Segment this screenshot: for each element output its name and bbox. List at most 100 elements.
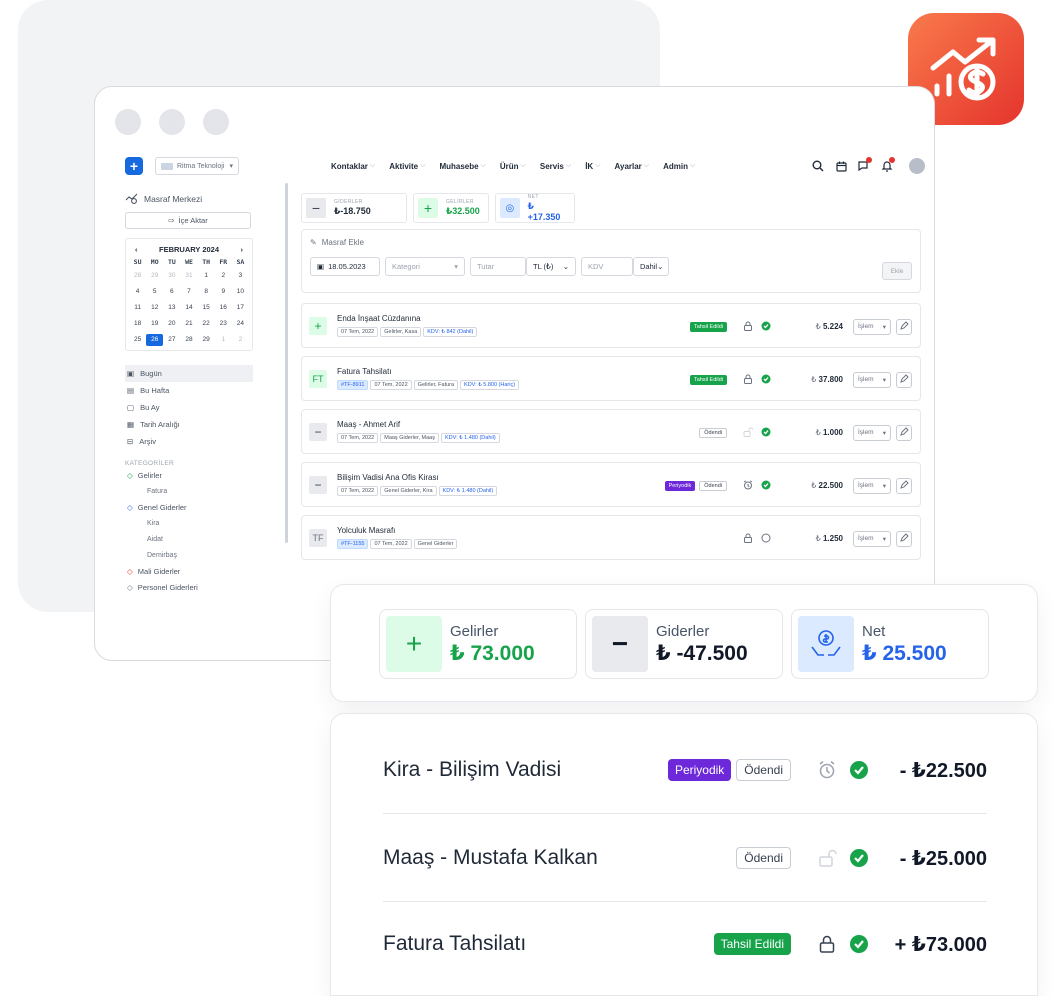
nav-item[interactable]: Ürün ⌵ (500, 162, 526, 171)
calendar-day[interactable]: 4 (129, 286, 146, 298)
operation-select[interactable]: İşlem ▾ (853, 477, 891, 494)
window-dot[interactable] (159, 109, 185, 135)
nav-item[interactable]: Aktivite ⌵ (389, 162, 425, 171)
calendar-day[interactable]: 12 (146, 302, 163, 314)
calendar-day[interactable]: 18 (129, 318, 146, 330)
period-range[interactable]: ▦ Tarih Aralığı (125, 416, 253, 433)
calendar-day[interactable]: 6 (163, 286, 180, 298)
chevron-left-icon[interactable]: ‹ (135, 245, 138, 254)
edit-button[interactable] (896, 477, 912, 494)
calendar-day[interactable]: 20 (163, 318, 180, 330)
calendar-day[interactable]: 3 (232, 270, 249, 282)
subcategory-kira[interactable]: Kira (125, 515, 253, 531)
edit-button[interactable] (896, 530, 912, 547)
calendar-day[interactable]: 2 (232, 334, 249, 346)
sidebar-title: Masraf Merkezi (125, 193, 253, 204)
calendar-day[interactable]: 31 (180, 270, 197, 282)
calendar-day[interactable]: 16 (215, 302, 232, 314)
stat-label: GELİRLER (446, 199, 474, 205)
category-genel-giderler[interactable]: ◇ Genel Giderler (125, 499, 253, 515)
period-archive[interactable]: ⊟ Arşiv (125, 433, 253, 450)
calendar-day[interactable]: 28 (129, 270, 146, 282)
calendar-day[interactable]: 28 (180, 334, 197, 346)
list-item[interactable]: Fatura Tahsilatı Tahsil Edildi + ₺73.000 (383, 900, 987, 988)
edit-button[interactable] (896, 371, 912, 388)
window-dot[interactable] (115, 109, 141, 135)
calendar-day[interactable]: 9 (215, 286, 232, 298)
operation-select[interactable]: İşlem ▾ (853, 530, 891, 547)
window-dot[interactable] (203, 109, 229, 135)
calendar-day[interactable]: 19 (146, 318, 163, 330)
kdv-mode-select[interactable]: Dahil ⌄ (633, 257, 669, 276)
calendar-icon[interactable] (834, 159, 848, 173)
transaction-row[interactable]: TF Yolculuk Masrafı #TF-1155 07 Tem, 2022… (301, 515, 921, 560)
calendar-day[interactable]: 7 (180, 286, 197, 298)
bell-icon[interactable] (880, 157, 895, 173)
nav-item[interactable]: Admin ⌵ (663, 162, 695, 171)
subcategory-demirbas[interactable]: Demirbaş (125, 547, 253, 563)
currency-select[interactable]: TL (₺) ⌄ (526, 257, 576, 276)
calendar-day[interactable]: 22 (198, 318, 215, 330)
nav-item[interactable]: Ayarlar ⌵ (615, 162, 650, 171)
category-mali-giderler[interactable]: ◇ Mali Giderler (125, 563, 253, 579)
category-select[interactable]: Kategori ▾ (385, 257, 465, 276)
search-icon[interactable] (811, 159, 825, 173)
operation-select[interactable]: İşlem ▾ (853, 424, 891, 441)
calendar-day[interactable]: 14 (180, 302, 197, 314)
calendar-day[interactable]: 15 (198, 302, 215, 314)
calendar-day[interactable]: 27 (163, 334, 180, 346)
kdv-input[interactable]: KDV (581, 257, 633, 276)
calendar-day[interactable]: 24 (232, 318, 249, 330)
transaction-row[interactable]: − Bilişim Vadisi Ana Ofis Kirası 07 Tem,… (301, 462, 921, 507)
operation-select[interactable]: İşlem ▾ (853, 318, 891, 335)
list-item[interactable]: Maaş - Mustafa Kalkan Ödendi - ₺25.000 (383, 814, 987, 902)
subcategory-aidat[interactable]: Aidat (125, 531, 253, 547)
calendar-day[interactable]: 21 (180, 318, 197, 330)
calendar-day[interactable]: 13 (163, 302, 180, 314)
chevron-right-icon[interactable]: › (241, 245, 244, 254)
calendar-day[interactable]: 29 (198, 334, 215, 346)
nav-item[interactable]: Kontaklar ⌵ (331, 162, 375, 171)
calendar-day[interactable]: 25 (129, 334, 146, 346)
calendar-day[interactable]: 10 (232, 286, 249, 298)
add-button[interactable]: Ekle (882, 262, 912, 280)
calendar-day[interactable]: 29 (146, 270, 163, 282)
calendar-day[interactable]: 2 (215, 270, 232, 282)
operation-select[interactable]: İşlem ▾ (853, 371, 891, 388)
transaction-row[interactable]: FT Fatura Tahsilatı #TF-8911 07 Tem, 2022… (301, 356, 921, 401)
subcategory-fatura[interactable]: Fatura (125, 483, 253, 499)
import-button[interactable]: ⇨ İçe Aktar (125, 212, 251, 229)
chat-icon[interactable] (857, 157, 872, 173)
transaction-row[interactable]: + Enda İnşaat Cüzdanına 07 Tem, 2022 Geli… (301, 303, 921, 348)
transaction-icon: TF (309, 528, 327, 547)
transaction-row[interactable]: − Maaş - Ahmet Arif 07 Tem, 2022 Maaş Gid… (301, 409, 921, 454)
list-item[interactable]: Kira - Bilişim Vadisi Periyodik Ödendi -… (383, 726, 987, 814)
transaction-tag[interactable]: #TF-8911 (337, 380, 369, 390)
calendar-day[interactable]: 23 (215, 318, 232, 330)
calendar-day[interactable]: 17 (232, 302, 249, 314)
calendar-day-selected[interactable]: 26 (146, 334, 164, 346)
calendar-day[interactable]: 5 (146, 286, 163, 298)
category-personel-giderleri[interactable]: ◇ Personel Giderleri (125, 579, 253, 595)
period-month[interactable]: ▢ Bu Ay (125, 399, 253, 416)
nav-item[interactable]: Muhasebe ⌵ (439, 162, 485, 171)
nav-item[interactable]: İK ⌵ (585, 162, 600, 171)
period-week[interactable]: ▤ Bu Hafta (125, 382, 253, 399)
company-selector[interactable]: Ritma Teknoloji ▾ (155, 157, 239, 175)
category-gelirler[interactable]: ◇ Gelirler (125, 467, 253, 483)
transaction-tag[interactable]: #TF-1155 (337, 539, 369, 549)
period-today[interactable]: ▣ Bugün (125, 365, 253, 382)
edit-button[interactable] (896, 318, 912, 335)
calendar-day[interactable]: 1 (215, 334, 232, 346)
app-logo[interactable]: + (125, 157, 143, 175)
calendar-day[interactable]: 11 (129, 302, 146, 314)
edit-button[interactable] (896, 424, 912, 441)
avatar[interactable] (909, 158, 925, 174)
date-field[interactable]: ▣ 18.05.2023 (310, 257, 380, 276)
calendar-day[interactable]: 30 (163, 270, 180, 282)
calendar-day[interactable]: 1 (198, 270, 215, 282)
amount-input[interactable]: Tutar (470, 257, 526, 276)
scrollbar[interactable] (285, 183, 288, 543)
calendar-day[interactable]: 8 (198, 286, 215, 298)
nav-item[interactable]: Servis ⌵ (540, 162, 571, 171)
